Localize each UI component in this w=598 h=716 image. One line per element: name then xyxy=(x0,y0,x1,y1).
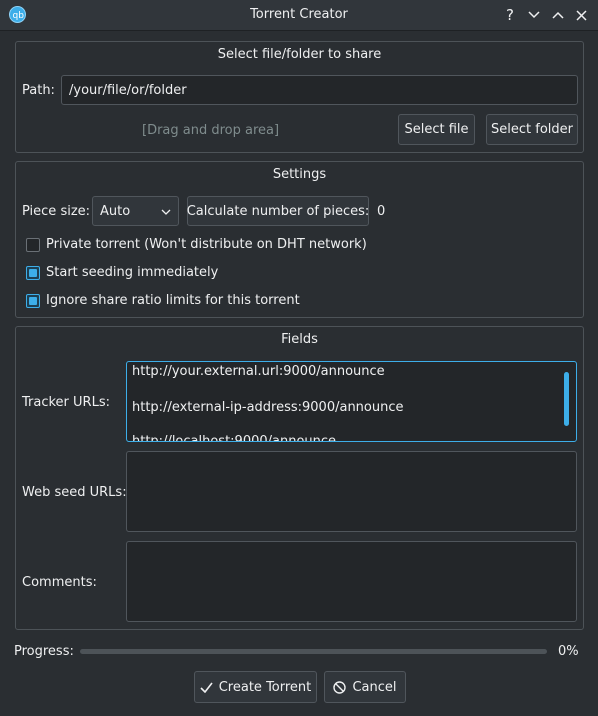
ignore-ratio-label: Ignore share ratio limits for this torre… xyxy=(46,293,300,308)
tracker-url-line: http://external-ip-address:9000/announce xyxy=(132,400,404,415)
tracker-scrollbar[interactable] xyxy=(564,372,569,426)
private-torrent-label: Private torrent (Won't distribute on DHT… xyxy=(46,237,367,252)
help-icon[interactable]: ? xyxy=(500,5,520,25)
tracker-urls-label: Tracker URLs: xyxy=(22,395,110,410)
piece-size-value: Auto xyxy=(100,203,131,219)
select-file-button[interactable]: Select file xyxy=(398,114,475,145)
progress-label: Progress: xyxy=(14,644,74,659)
check-icon xyxy=(200,682,213,693)
select-group: Select file/folder to share Path: /your/… xyxy=(15,41,584,153)
tracker-url-line: http://your.external.url:9000/announce xyxy=(132,364,385,379)
fields-group-title: Fields xyxy=(281,332,318,347)
piece-size-label: Piece size: xyxy=(22,204,91,219)
drag-drop-area[interactable]: [Drag and drop area] xyxy=(142,123,279,138)
comments-textarea[interactable] xyxy=(126,541,577,622)
path-input[interactable]: /your/file/or/folder xyxy=(61,75,578,105)
create-torrent-label: Create Torrent xyxy=(218,679,312,695)
progress-bar xyxy=(80,649,547,654)
tracker-url-line: http://localhost:9000/announce xyxy=(132,434,337,442)
chevron-down-icon xyxy=(161,204,171,219)
close-icon[interactable] xyxy=(571,5,591,25)
path-label: Path: xyxy=(22,83,55,98)
piece-size-select[interactable]: Auto xyxy=(92,196,179,226)
minimize-icon[interactable] xyxy=(524,5,544,25)
cancel-icon xyxy=(333,680,347,694)
settings-group: Settings Piece size: Auto Calculate numb… xyxy=(15,161,584,318)
pieces-count: 0 xyxy=(377,204,386,219)
select-folder-button[interactable]: Select folder xyxy=(486,114,578,145)
web-seed-urls-textarea[interactable] xyxy=(126,451,577,532)
start-seeding-checkbox[interactable] xyxy=(26,266,40,280)
comments-label: Comments: xyxy=(22,575,97,590)
progress-percent: 0% xyxy=(558,644,579,659)
web-seed-urls-label: Web seed URLs: xyxy=(22,485,127,500)
cancel-label: Cancel xyxy=(352,679,397,695)
tracker-urls-textarea[interactable]: http://your.external.url:9000/announce h… xyxy=(126,361,577,442)
create-torrent-button[interactable]: Create Torrent xyxy=(194,671,317,703)
calculate-pieces-button[interactable]: Calculate number of pieces: xyxy=(187,196,369,226)
select-group-title: Select file/folder to share xyxy=(217,47,382,62)
private-torrent-checkbox[interactable] xyxy=(26,238,40,252)
ignore-ratio-checkbox[interactable] xyxy=(26,294,40,308)
cancel-button[interactable]: Cancel xyxy=(324,671,406,703)
settings-group-title: Settings xyxy=(272,167,327,182)
start-seeding-label: Start seeding immediately xyxy=(46,265,219,280)
maximize-icon[interactable] xyxy=(548,5,568,25)
title-bar: qb Torrent Creator ? xyxy=(0,0,598,31)
